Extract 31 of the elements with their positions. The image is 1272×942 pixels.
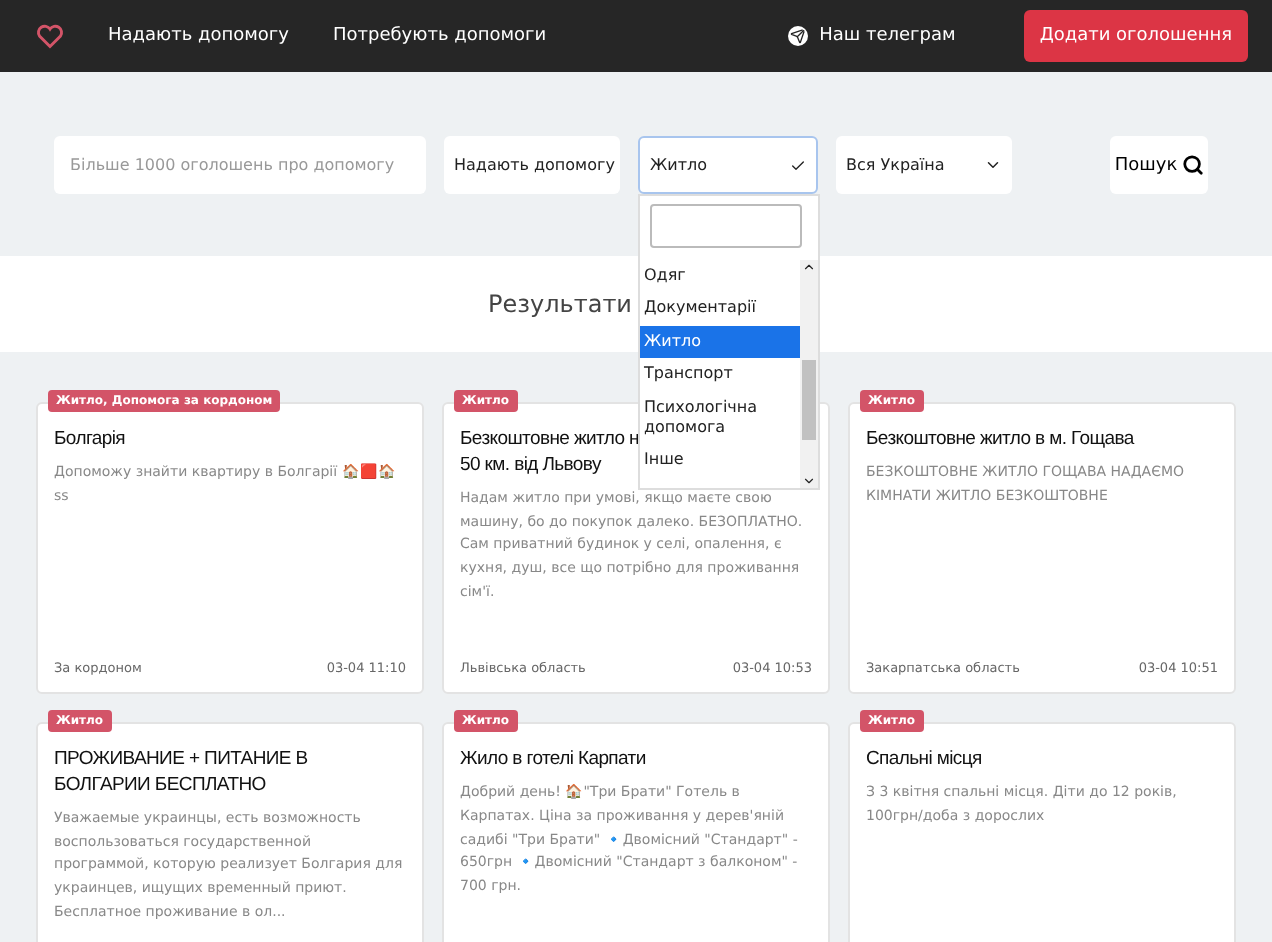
listing-title: Жило в готелі Карпати <box>460 748 646 774</box>
search-icon <box>1181 154 1204 176</box>
listing-title: Спальні місця <box>866 748 982 774</box>
dropdown-search-field[interactable] <box>650 204 802 248</box>
nav-link[interactable]: Потребують допомоги <box>332 26 547 46</box>
listing-title: ПРОЖИВАНИЕ + ПИТАНИЕ В БОЛГАРИИ БЕСПЛАТНО <box>54 748 310 800</box>
search-field[interactable]: Більше 1000 оголошень про допомогу <box>54 136 426 194</box>
chevron-icon <box>984 156 1002 174</box>
listing-title: Безкоштовне житло н 50 км. від Львову <box>460 428 639 480</box>
results-heading: Результати <box>488 290 632 318</box>
type-select[interactable]: Надають допомогу <box>444 136 620 194</box>
scrollbar[interactable] <box>800 260 818 488</box>
dropdown-option[interactable]: Документарії <box>640 292 800 326</box>
search-button[interactable]: Пошук <box>1110 136 1208 194</box>
scroll-down-icon[interactable] <box>802 474 816 488</box>
telegram-link[interactable]: Наш телеграм <box>787 26 956 46</box>
dropdown-option[interactable]: Транспорт <box>640 358 800 392</box>
dropdown-option[interactable]: Одяг <box>640 260 800 293</box>
dropdown-option[interactable]: Житло <box>640 325 800 359</box>
check-icon <box>790 157 806 173</box>
listing-title: Безкоштовне житло в м. Гощава <box>866 428 1134 454</box>
heart-logo-icon[interactable] <box>36 22 64 50</box>
region-select[interactable]: Вся Україна <box>836 136 1012 194</box>
listing-card[interactable] <box>36 722 424 942</box>
scroll-up-icon[interactable] <box>802 260 816 274</box>
add-listing-button[interactable]: Додати оголошення <box>1023 10 1248 62</box>
listing-title: Болгарія <box>54 428 126 454</box>
dropdown-option[interactable]: Інше <box>640 444 800 478</box>
telegram-icon <box>787 26 808 46</box>
nav-link[interactable]: Надають допомогу <box>108 26 289 46</box>
dropdown-option[interactable]: Психологічна допомога <box>640 391 800 445</box>
